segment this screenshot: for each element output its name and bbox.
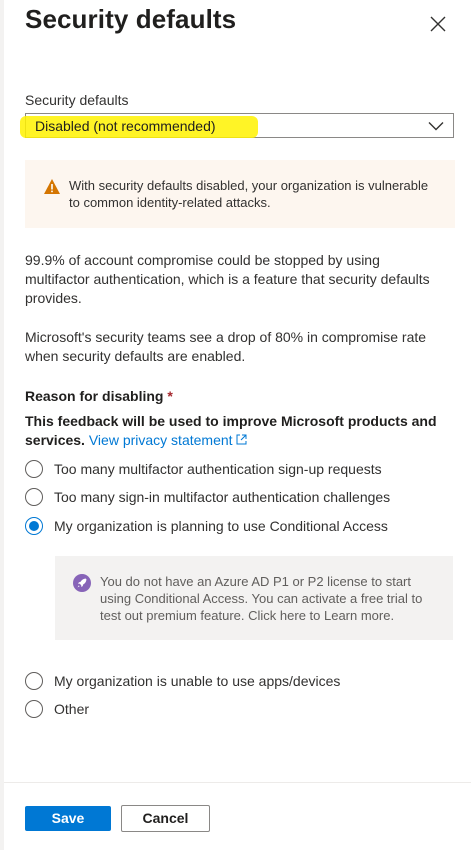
warning-message-bar: With security defaults disabled, your or… xyxy=(25,160,455,228)
license-info-text: You do not have an Azure AD P1 or P2 lic… xyxy=(100,574,423,623)
radio-button[interactable] xyxy=(25,460,43,478)
required-asterisk: * xyxy=(167,388,173,404)
reason-label-text: Reason for disabling xyxy=(25,388,164,404)
close-icon xyxy=(430,16,446,32)
security-defaults-label: Security defaults xyxy=(25,92,129,108)
cancel-button[interactable]: Cancel xyxy=(121,805,210,832)
warning-icon xyxy=(44,179,60,194)
privacy-link-label: View privacy statement xyxy=(88,432,233,448)
mfa-statistic-text: 99.9% of account compromise could be sto… xyxy=(25,252,430,306)
chevron-down-icon xyxy=(428,122,444,131)
footer-divider xyxy=(4,782,471,783)
close-button[interactable] xyxy=(426,12,450,36)
rocket-icon xyxy=(73,574,91,592)
radio-label: My organization is unable to use apps/de… xyxy=(54,673,341,689)
radio-button[interactable] xyxy=(25,672,43,690)
radio-button-selected[interactable] xyxy=(25,517,43,535)
dropdown-selected-value: Disabled (not recommended) xyxy=(35,118,216,134)
license-info-bar[interactable]: You do not have an Azure AD P1 or P2 lic… xyxy=(55,556,453,640)
radio-label: My organization is planning to use Condi… xyxy=(54,518,388,534)
radio-button[interactable] xyxy=(25,488,43,506)
security-defaults-panel: Security defaults Security defaults Disa… xyxy=(0,0,471,850)
external-link-icon xyxy=(236,434,247,445)
panel-title: Security defaults xyxy=(25,4,237,34)
security-defaults-dropdown[interactable]: Disabled (not recommended) xyxy=(20,113,454,138)
privacy-statement-link[interactable]: View privacy statement xyxy=(89,432,247,448)
radio-label: Too many multifactor authentication sign… xyxy=(54,461,382,477)
reason-label: Reason for disabling * xyxy=(25,388,173,404)
radio-label: Other xyxy=(54,701,90,717)
compromise-rate-text: Microsoft's security teams see a drop of… xyxy=(25,329,427,364)
radio-button[interactable] xyxy=(25,700,43,718)
radio-label: Too many sign-in multifactor authenticat… xyxy=(54,489,391,505)
panel-left-edge xyxy=(0,0,4,850)
save-button[interactable]: Save xyxy=(25,806,111,831)
warning-text: With security defaults disabled, your or… xyxy=(69,178,429,210)
feedback-notice: This feedback will be used to improve Mi… xyxy=(25,412,445,450)
